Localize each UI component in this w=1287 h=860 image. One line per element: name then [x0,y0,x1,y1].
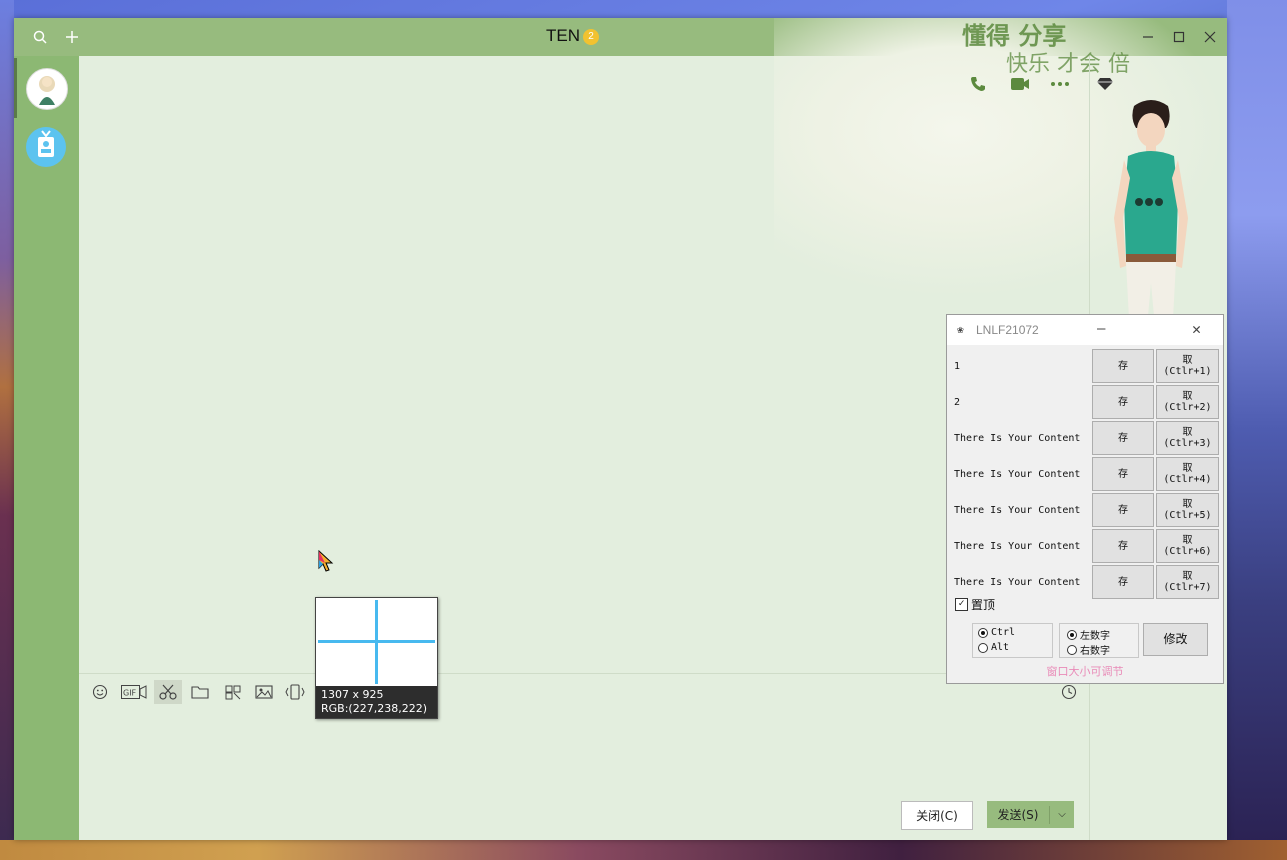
modifier-ctrl-radio[interactable]: Ctrl [978,627,1015,638]
get-slot-button[interactable]: 取 (Ctlr+5) [1156,493,1219,527]
save-slot-button[interactable]: 存 [1092,565,1154,599]
pin-on-top-label: 置顶 [971,598,996,612]
send-button-label: 发送(S) [997,808,1039,822]
image-icon[interactable] [252,680,276,704]
more-options-icon[interactable] [1046,70,1074,98]
save-slot-button[interactable]: 存 [1092,349,1154,383]
folder-icon[interactable] [188,680,212,704]
video-call-icon[interactable] [1006,70,1034,98]
tool-minimize-button[interactable]: — [1097,321,1105,337]
clipboard-tool-window: ❀ LNLF21072 — ✕ 1存取 (Ctlr+1) 2 存取 (Ctlr+2)… [946,314,1224,684]
modify-button[interactable]: 修改 [1143,623,1208,656]
diamond-icon[interactable] [1091,70,1119,98]
slot-label: There Is Your Content [954,505,1081,516]
voice-call-icon[interactable] [964,70,992,98]
resize-hint: 窗口大小可调节 [1046,666,1124,678]
contact-card-avatar[interactable] [26,127,66,167]
conversation-sidebar [14,56,79,840]
search-icon[interactable] [29,26,51,48]
level-badge-icon: 2 [583,28,599,45]
slot-label: 1 [954,361,961,372]
tool-title: LNLF21072 [976,323,1039,337]
chat-title-text: TEN [546,26,580,45]
skin-character-figure [1114,100,1188,338]
radio-unselected-icon [978,642,988,653]
desktop-background-right [1227,0,1287,860]
save-slot-button[interactable]: 存 [1092,457,1154,491]
radio-unselected-icon [1067,644,1077,655]
desktop-background-bottom [0,840,1287,860]
keypad-right-radio[interactable]: 右数字 [1067,642,1110,657]
tool-close-button[interactable]: ✕ [1192,320,1201,338]
slot-label: There Is Your Content [954,469,1081,480]
pin-on-top-checkbox[interactable]: ✓ 置顶 [955,596,995,613]
save-slot-button[interactable]: 存 [1092,493,1154,527]
get-slot-button[interactable]: 取 (Ctlr+4) [1156,457,1219,491]
gif-icon[interactable]: GIF [119,680,149,704]
sticker-icon[interactable] [221,680,245,704]
modifier-alt-label: Alt [991,642,1010,653]
keypad-right-label: 右数字 [1080,646,1110,657]
capture-info: 1307 x 925 RGB:(227,238,222) [316,686,437,718]
active-conversation-marker [14,58,17,118]
crosshair-horizontal [318,640,435,643]
save-slot-button[interactable]: 存 [1092,529,1154,563]
get-slot-button[interactable]: 取 (Ctlr+3) [1156,421,1219,455]
desktop-background-left [0,0,14,860]
get-slot-button[interactable]: 取 (Ctlr+7) [1156,565,1219,599]
tool-title-bar: ❀ LNLF21072 — ✕ [947,315,1223,345]
svg-text:GIF: GIF [123,689,137,698]
chat-title: TEN 2 [546,26,599,46]
send-button[interactable]: 发送(S) ⌵ [987,801,1074,828]
capture-magnifier: 1307 x 925 RGB:(227,238,222) [315,597,438,719]
get-slot-button[interactable]: 取 (Ctlr+6) [1156,529,1219,563]
radio-selected-icon [978,627,988,638]
minimize-button[interactable] [1137,26,1159,48]
save-slot-button[interactable]: 存 [1092,421,1154,455]
slot-label: 2 [954,397,961,408]
get-slot-button[interactable]: 取 (Ctlr+1) [1156,349,1219,383]
maximize-button[interactable] [1168,26,1190,48]
get-slot-button[interactable]: 取 (Ctlr+2) [1156,385,1219,419]
chevron-down-icon[interactable]: ⌵ [1050,809,1074,820]
capture-rgb: RGB:(227,238,222) [321,702,427,715]
close-chat-button[interactable]: 关闭(C) [901,801,973,830]
slot-label: There Is Your Content [954,433,1081,444]
emoji-icon[interactable] [88,680,112,704]
add-icon[interactable] [61,26,83,48]
contact-avatar[interactable] [26,68,68,110]
keypad-left-radio[interactable]: 左数字 [1067,627,1110,642]
save-slot-button[interactable]: 存 [1092,385,1154,419]
mouse-cursor-icon [318,550,334,572]
screenshot-scissors-icon[interactable] [154,680,182,704]
slot-label: There Is Your Content [954,577,1081,588]
keypad-left-label: 左数字 [1080,631,1110,642]
checkbox-check-icon: ✓ [955,598,968,611]
modifier-ctrl-label: Ctrl [991,627,1016,638]
slot-label: There Is Your Content [954,541,1081,552]
modifier-alt-radio[interactable]: Alt [978,642,1009,653]
close-window-button[interactable] [1199,26,1221,48]
input-divider [79,673,1089,674]
radio-selected-icon [1067,629,1077,640]
capture-size: 1307 x 925 [321,688,384,701]
app-logo-icon: ❀ [957,323,964,336]
shake-window-icon[interactable] [283,680,307,704]
